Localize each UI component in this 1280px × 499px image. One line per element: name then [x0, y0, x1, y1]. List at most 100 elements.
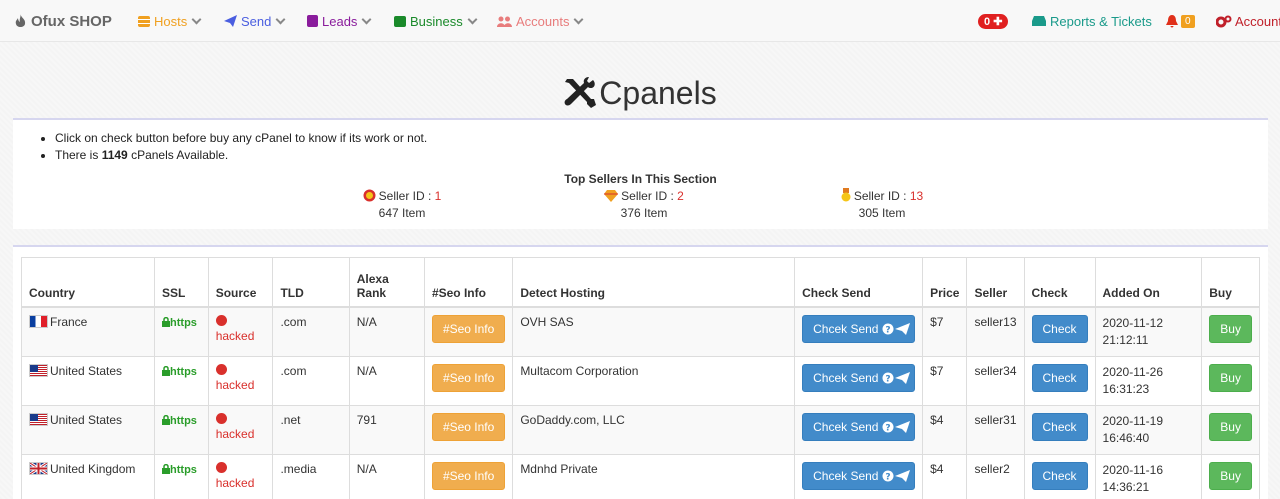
- cell-hosting: Multacom Corporation: [512, 355, 796, 406]
- ssl-lock: https: [162, 365, 197, 378]
- nav-leads[interactable]: Leads: [307, 0, 372, 42]
- cell-hosting: Mdnhd Private: [512, 453, 796, 499]
- nav-accounts[interactable]: Accounts: [497, 0, 584, 42]
- cell-seo: #Seo Info: [423, 306, 514, 357]
- col-seller[interactable]: Seller: [966, 257, 1025, 308]
- col-check-send[interactable]: Check Send: [794, 257, 924, 308]
- col-detect-hosting[interactable]: Detect Hosting: [512, 257, 796, 308]
- bell-icon: [1166, 14, 1178, 27]
- nav-send-label: Send: [241, 13, 272, 29]
- check-send-button[interactable]: Chcek Send ?: [802, 412, 916, 441]
- nav-reports-label: Reports & Tickets: [1050, 13, 1152, 29]
- cpanels-table-panel: Country SSL Source TLD Alexa Rank #Seo In…: [13, 245, 1268, 499]
- status-dot-icon: [215, 412, 227, 424]
- check-button[interactable]: Check: [1031, 461, 1088, 490]
- cell-check-send: Chcek Send ?: [794, 453, 924, 499]
- col-tld[interactable]: TLD: [272, 257, 350, 308]
- server-icon: [138, 15, 150, 27]
- svg-text:?: ?: [885, 374, 890, 384]
- col-country[interactable]: Country: [20, 257, 156, 308]
- status-dot-icon: [215, 314, 227, 326]
- col-buy[interactable]: Buy: [1201, 257, 1260, 308]
- inbox-icon: [1032, 16, 1046, 26]
- seller-id[interactable]: 2: [677, 189, 684, 203]
- col-check[interactable]: Check: [1023, 257, 1096, 308]
- seller-id[interactable]: 1: [435, 189, 442, 203]
- cell-price: $4: [922, 453, 968, 499]
- flag-icon: [29, 461, 48, 475]
- top-seller-3: Seller ID : 13 305 Item: [782, 188, 982, 222]
- info-line-check: Click on check button before buy any cPa…: [55, 130, 427, 147]
- seo-info-button[interactable]: #Seo Info: [431, 363, 506, 392]
- col-seo-info[interactable]: #Seo Info: [423, 257, 514, 308]
- flag-icon: [29, 363, 48, 377]
- cart-badge-button[interactable]: 0 ✚: [978, 0, 1009, 42]
- address-book-icon: [307, 15, 318, 27]
- send-icons: ?: [882, 322, 910, 335]
- nav-business[interactable]: Business: [394, 0, 478, 42]
- gears-icon: [1216, 15, 1232, 27]
- col-price[interactable]: Price: [922, 257, 968, 308]
- cell-buy: Buy: [1201, 306, 1260, 357]
- buy-button[interactable]: Buy: [1209, 412, 1252, 441]
- cell-check: Check: [1023, 355, 1096, 406]
- col-added-on[interactable]: Added On: [1094, 257, 1203, 308]
- check-button[interactable]: Check: [1031, 314, 1088, 343]
- fire-icon: [15, 13, 26, 27]
- seo-info-button[interactable]: #Seo Info: [431, 314, 506, 343]
- flag-icon: [29, 412, 48, 426]
- cell-country: United Kingdom: [20, 453, 156, 499]
- col-ssl[interactable]: SSL: [154, 257, 209, 308]
- ssl-lock: https: [162, 463, 197, 476]
- plus-icon: ✚: [993, 15, 1003, 28]
- check-send-button[interactable]: Chcek Send ?: [802, 314, 916, 343]
- check-button[interactable]: Check: [1031, 412, 1088, 441]
- cell-country: France: [20, 306, 156, 357]
- cell-buy: Buy: [1201, 404, 1260, 455]
- nav-reports[interactable]: Reports & Tickets: [1032, 0, 1152, 42]
- col-alexa-rank[interactable]: Alexa Rank: [348, 257, 425, 308]
- status-dot-icon: [215, 363, 227, 375]
- cell-source: hacked: [207, 404, 274, 455]
- chevron-down-icon: [275, 14, 286, 24]
- lock-icon: [162, 463, 171, 474]
- cell-price: $7: [922, 355, 968, 406]
- available-count: 1149: [101, 148, 128, 162]
- check-send-button[interactable]: Chcek Send ?: [802, 461, 916, 490]
- check-send-button[interactable]: Chcek Send ?: [802, 363, 916, 392]
- brand-name: Ofux SHOP: [31, 12, 112, 30]
- chevron-down-icon: [361, 14, 372, 24]
- cell-hosting: OVH SAS: [512, 306, 796, 357]
- buy-button[interactable]: Buy: [1209, 314, 1252, 343]
- top-sellers-title: Top Sellers In This Section: [564, 172, 717, 186]
- nav-hosts[interactable]: Hosts: [138, 0, 202, 42]
- cell-added-on: 2020-11-16 14:36:21: [1094, 453, 1203, 499]
- send-icons: ?: [882, 469, 910, 482]
- nav-account-label: Account: [1235, 13, 1280, 29]
- seller-id[interactable]: 13: [910, 189, 923, 203]
- buy-button[interactable]: Buy: [1209, 363, 1252, 392]
- cell-ssl: https: [154, 453, 209, 499]
- table-row: France https hacked .com N/A #Seo Info O…: [20, 306, 1260, 357]
- notifications-button[interactable]: 0: [1166, 0, 1195, 42]
- seller-item-count: 647 Item: [378, 206, 426, 220]
- brand-link[interactable]: Ofux SHOP: [14, 0, 112, 42]
- seo-info-button[interactable]: #Seo Info: [431, 412, 506, 441]
- nav-send[interactable]: Send: [224, 0, 286, 42]
- cell-buy: Buy: [1201, 453, 1260, 499]
- cell-seller: seller13: [966, 306, 1025, 357]
- seo-info-button[interactable]: #Seo Info: [431, 461, 506, 490]
- check-button[interactable]: Check: [1031, 363, 1088, 392]
- top-seller-1: Seller ID : 1 647 Item: [302, 188, 502, 222]
- lock-icon: [162, 316, 171, 327]
- cell-ssl: https: [154, 355, 209, 406]
- page-title-text: Cpanels: [599, 75, 717, 111]
- col-source[interactable]: Source: [207, 257, 274, 308]
- cell-country: United States: [20, 404, 156, 455]
- trophy-icon: [363, 189, 376, 202]
- cell-check-send: Chcek Send ?: [794, 404, 924, 455]
- buy-button[interactable]: Buy: [1209, 461, 1252, 490]
- nav-account[interactable]: Account: [1216, 0, 1280, 42]
- cell-tld: .com: [272, 355, 350, 406]
- table-row: United States https hacked .com N/A #Seo…: [20, 355, 1260, 406]
